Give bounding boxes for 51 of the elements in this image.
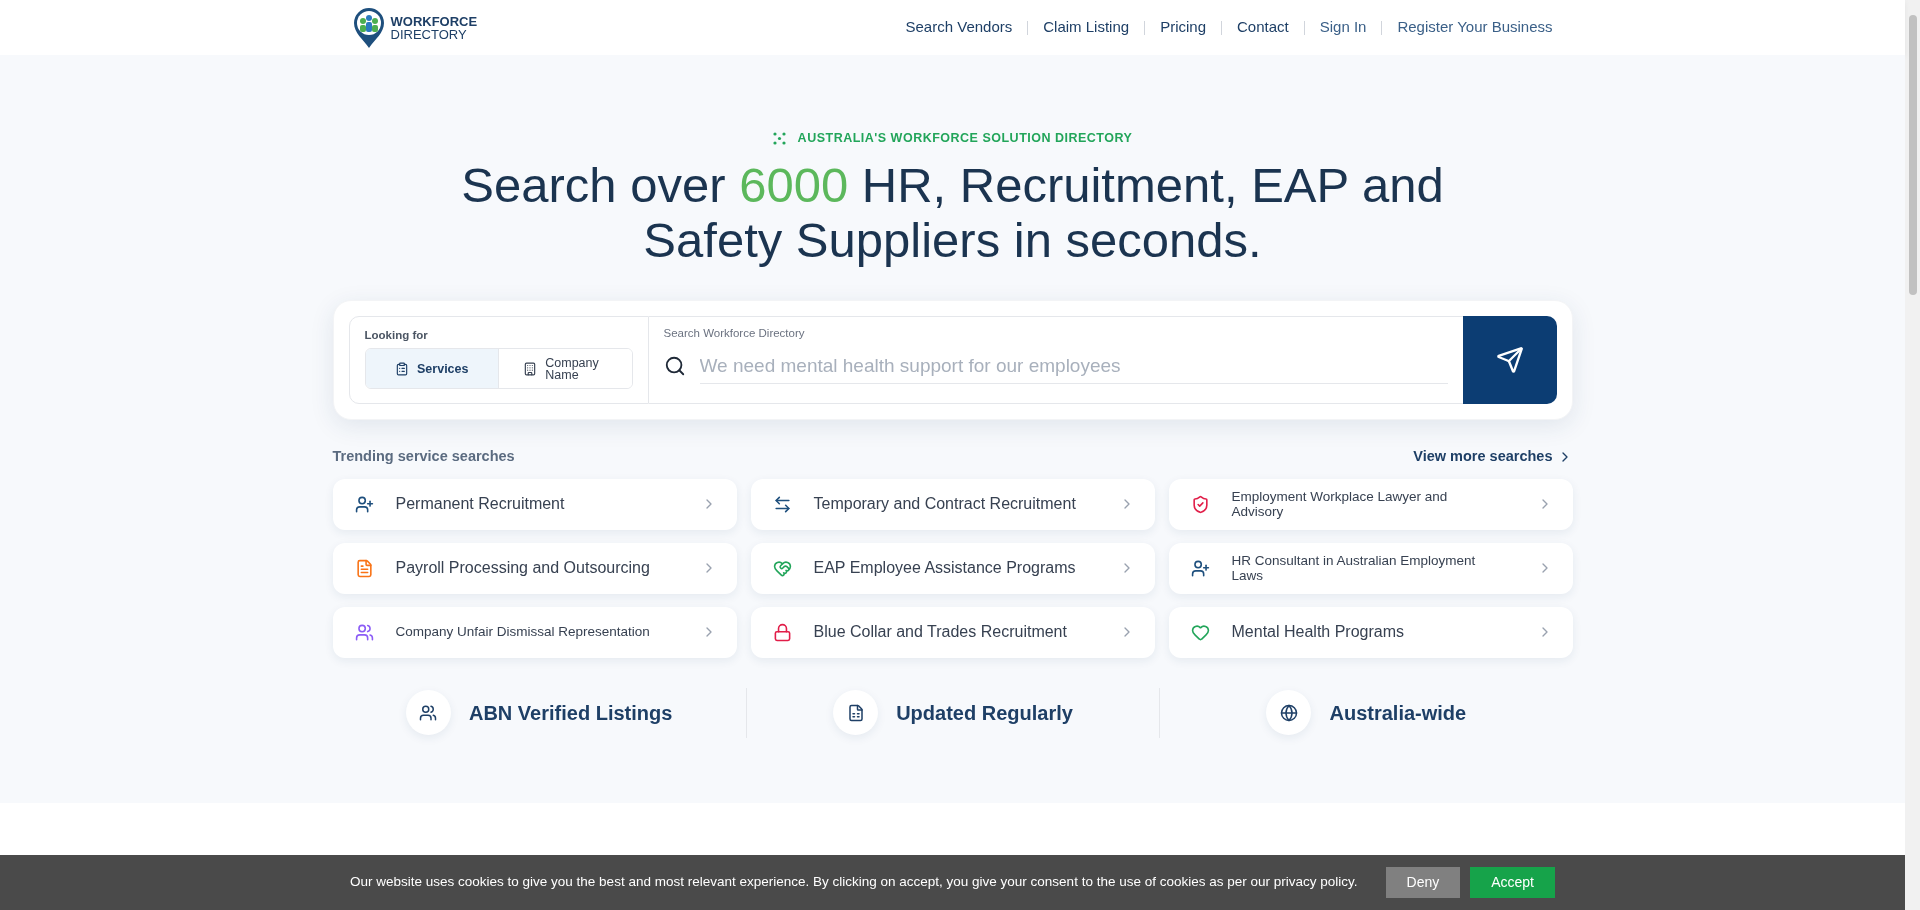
card-label: Payroll Processing and Outsourcing [395,558,650,578]
clipboard-icon [395,361,410,376]
eyebrow-text: AUSTRALIA'S WORKFORCE SOLUTION DIRECTORY [797,130,1133,147]
trending-search-card[interactable]: Employment Workplace Lawyer and Advisory [1168,478,1573,530]
nav-link[interactable]: Register Your Business [1397,16,1553,39]
list-icon [833,690,879,735]
card-label: Employment Workplace Lawyer and Advisory [1231,489,1449,519]
nav-link[interactable]: Contact [1237,16,1289,39]
card-label: Company Unfair Dismissal Representation [395,622,650,641]
card-label: Permanent Recruitment [395,494,565,514]
send-icon [1495,345,1524,374]
card-label: HR Consultant in Australian Employment Laws [1231,553,1477,583]
nav-link[interactable]: Search Vendors [905,16,1013,39]
logo-text: DIRECTORY [390,27,468,41]
feature-label: Australia-wide [1329,700,1467,726]
dots-icon [772,131,786,145]
nav-link[interactable]: Sign In [1319,16,1367,39]
looking-for-label: Looking for [364,327,429,343]
nav-link[interactable]: Pricing [1160,16,1206,39]
search-field-label: Search Workforce Directory [663,325,806,341]
trending-search-card[interactable]: Blue Collar and Trades Recruitment [750,606,1155,658]
search-icon [663,355,686,377]
search-input[interactable]: We need mental health support for our employees [699,348,1448,384]
search-type-tab[interactable]: Services [365,349,498,388]
nav-link[interactable]: Claim Listing [1043,16,1130,39]
cookie-message: Our website uses cookies to give you the best and most relevant experience. By clicking on accept, you give your consent to the use of cookies as per our privacy policy. [350,873,1358,892]
submit-button[interactable] [1462,315,1557,404]
trending-search-card[interactable]: Temporary and Contract Recruitment [750,478,1155,530]
trending-search-card[interactable]: Payroll Processing and Outsourcing [332,542,737,594]
globe-icon [1266,690,1312,735]
building-icon [523,361,538,376]
people-icon [405,690,451,735]
card-label: Mental Health Programs [1231,622,1404,642]
trending-search-card[interactable]: Permanent Recruitment [332,478,737,530]
card-label: Temporary and Contract Recruitment [813,494,1076,514]
logo-text: WORKFORCE [390,14,478,28]
card-label: EAP Employee Assistance Programs [813,558,1076,578]
trending-search-card[interactable]: EAP Employee Assistance Programs [750,542,1155,594]
section-title: Trending service searches [332,446,515,466]
deny-button[interactable]: Deny [1385,867,1461,898]
trending-search-card[interactable]: Mental Health Programs [1168,606,1573,658]
logo-pin-icon [352,6,385,49]
feature-label: ABN Verified Listings [468,700,673,726]
hero-heading: Search over 6000 HR, Recruitment, EAP and Safety Suppliers in seconds. [460,157,1445,268]
feature-label: Updated Regularly [896,700,1073,726]
trending-search-card[interactable]: HR Consultant in Australian Employment Laws [1168,542,1573,594]
view-more-link[interactable]: View more searches [1413,445,1573,468]
search-type-tab[interactable]: Company Name [498,349,632,388]
card-label: Blue Collar and Trades Recruitment [813,622,1067,642]
scrollbar-thumb[interactable] [1908,15,1917,295]
trending-search-card[interactable]: Company Unfair Dismissal Representation [332,606,737,658]
